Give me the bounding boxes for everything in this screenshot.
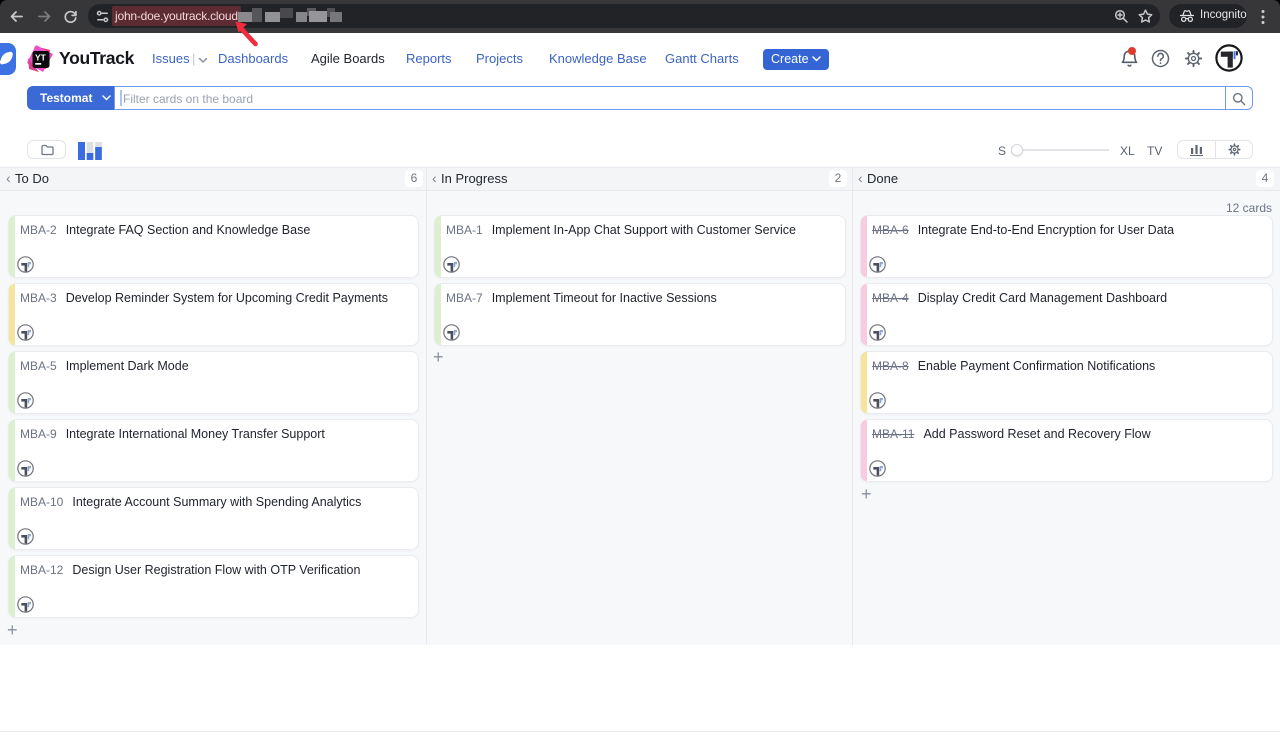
svg-text:YT: YT bbox=[35, 53, 47, 63]
